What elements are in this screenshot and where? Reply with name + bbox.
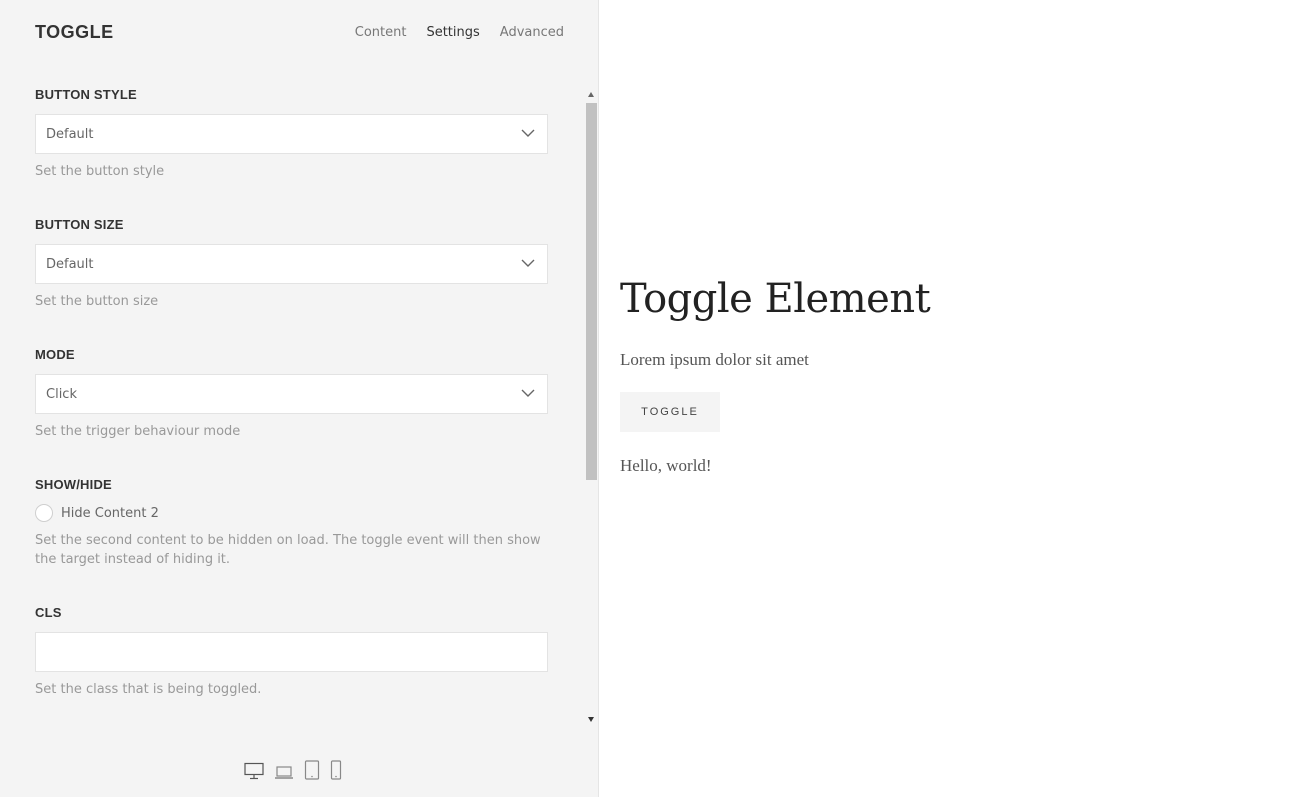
button-style-value: Default [46, 126, 94, 142]
button-style-select[interactable]: Default [35, 114, 548, 154]
hide-content-2-checkbox[interactable] [35, 504, 53, 522]
toggle-content: Hello, world! [620, 456, 712, 475]
button-size-label: BUTTON SIZE [35, 217, 124, 232]
toggle-button[interactable]: TOGGLE [620, 392, 720, 432]
chevron-down-icon [521, 129, 535, 137]
preview-heading: Toggle Element [620, 276, 931, 322]
button-style-help: Set the button style [35, 164, 165, 179]
panel-title: TOGGLE [35, 22, 114, 42]
button-style-label: BUTTON STYLE [35, 87, 137, 102]
device-switcher [244, 760, 342, 780]
scroll-thumb[interactable] [586, 103, 597, 480]
phone-icon[interactable] [330, 760, 342, 780]
tab-settings[interactable]: Settings [426, 25, 479, 40]
button-size-help: Set the button size [35, 294, 159, 309]
cls-help: Set the class that is being toggled. [35, 682, 262, 697]
cls-label: CLS [35, 605, 62, 620]
mode-select[interactable]: Click [35, 374, 548, 414]
laptop-icon[interactable] [274, 764, 294, 780]
button-size-select[interactable]: Default [35, 244, 548, 284]
show-hide-label: SHOW/HIDE [35, 477, 112, 492]
chevron-down-icon [521, 259, 535, 267]
hide-content-2-label: Hide Content 2 [61, 505, 159, 521]
settings-panel: TOGGLE Content Settings Advanced BUTTON … [0, 0, 599, 797]
mode-label: MODE [35, 347, 75, 362]
tab-advanced[interactable]: Advanced [500, 25, 564, 40]
desktop-icon[interactable] [244, 762, 264, 780]
show-hide-help: Set the second content to be hidden on l… [35, 533, 541, 567]
cls-input[interactable] [35, 632, 548, 672]
button-size-value: Default [46, 256, 94, 272]
preview-area: Toggle Element Lorem ipsum dolor sit ame… [600, 0, 1293, 797]
hide-content-2-option[interactable]: Hide Content 2 [35, 504, 159, 522]
scroll-down-arrow-icon[interactable] [588, 717, 594, 722]
panel-scrollbar[interactable] [585, 88, 598, 726]
panel-tabs: Content Settings Advanced [355, 25, 564, 40]
tab-content[interactable]: Content [355, 25, 407, 40]
scroll-up-arrow-icon[interactable] [588, 92, 594, 97]
mode-value: Click [46, 386, 77, 402]
chevron-down-icon [521, 389, 535, 397]
tablet-icon[interactable] [304, 760, 320, 780]
preview-paragraph: Lorem ipsum dolor sit amet [620, 350, 809, 369]
mode-help: Set the trigger behaviour mode [35, 424, 241, 439]
